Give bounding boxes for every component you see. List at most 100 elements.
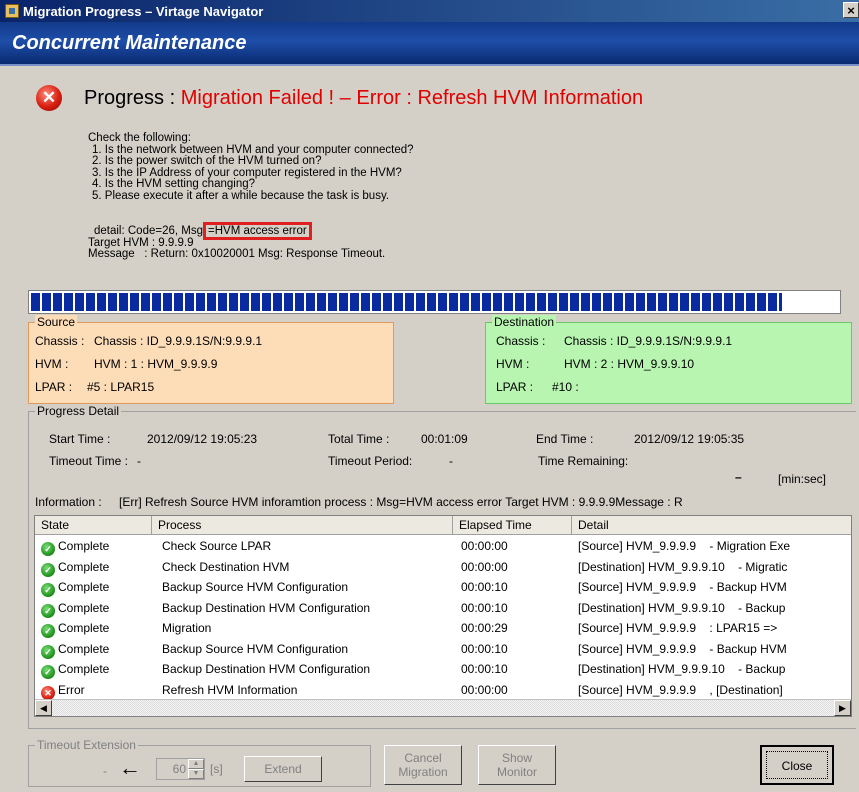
progress-detail-legend: Progress Detail <box>35 404 122 418</box>
spinner-value: 60 <box>172 762 186 776</box>
time-remaining-unit: [min:sec] <box>778 472 827 486</box>
check-icon: ✓ <box>41 562 55 577</box>
start-time-value: 2012/09/12 19:05:23 <box>147 432 258 446</box>
row-process: Refresh HVM Information <box>162 682 298 697</box>
destination-hvm-value: HVM : 2 : HVM_9.9.9.10 <box>564 357 695 371</box>
total-time-value: 00:01:09 <box>421 432 468 446</box>
row-detail: [Destination] HVM_9.9.9.10 - Backup <box>578 600 786 615</box>
row-detail: [Destination] HVM_9.9.9.10 - Migratic <box>578 559 788 574</box>
timeout-spinner[interactable]: 60 ▲ ▼ <box>156 758 205 780</box>
row-state: Complete <box>58 539 110 553</box>
check-icon: ✓ <box>41 624 55 638</box>
horizontal-scrollbar[interactable]: ◀ ▶ <box>35 699 851 716</box>
column-header-state[interactable]: State <box>35 516 152 535</box>
banner-title: Concurrent Maintenance <box>12 32 247 54</box>
table-row[interactable]: ✓ Complete Backup Destination HVM Configu… <box>35 598 851 619</box>
error-x-icon: ✕ <box>41 685 55 700</box>
scroll-left-icon[interactable]: ◀ <box>35 700 52 716</box>
timeout-period-value: - <box>449 454 453 468</box>
check-item: 5. Please execute it after a while becau… <box>92 189 390 202</box>
row-detail: [Destination] HVM_9.9.9.10 - Backup <box>578 662 786 676</box>
extend-button[interactable]: Extend <box>244 756 322 782</box>
time-remaining-value: – <box>735 470 742 484</box>
destination-lpar-label: LPAR : <box>496 380 534 394</box>
source-hvm-value: HVM : 1 : HVM_9.9.9.9 <box>94 357 218 371</box>
close-button[interactable]: Close <box>760 745 834 785</box>
check-icon: ✓ <box>41 542 55 556</box>
check-heading: Check the following: <box>88 132 191 144</box>
destination-chassis-value: Chassis : ID_9.9.9.1S/N:9.9.9.1 <box>564 334 733 348</box>
row-state: Error <box>58 682 85 697</box>
row-process: Backup Source HVM Configuration <box>162 580 349 594</box>
destination-chassis-label: Chassis : <box>496 334 546 348</box>
row-detail: [Source] HVM_9.9.9.9 , [Destination] <box>578 682 783 697</box>
window-title-bar: Migration Progress – Virtage Navigator × <box>0 0 859 22</box>
row-process: Backup Destination HVM Configuration <box>162 662 371 676</box>
column-header-process[interactable]: Process <box>152 516 453 535</box>
information-value: [Err] Refresh Source HVM inforamtion pro… <box>119 495 683 509</box>
row-elapsed: 00:00:10 <box>461 641 508 656</box>
source-lpar-value: #5 : LPAR15 <box>87 380 155 394</box>
source-group: Source Chassis : Chassis : ID_9.9.9.1S/N… <box>28 315 394 404</box>
row-detail: [Source] HVM_9.9.9.9 - Backup HVM <box>578 580 787 594</box>
window-close-button[interactable]: × <box>843 2 859 18</box>
row-detail: [Source] HVM_9.9.9.9 - Backup HVM <box>578 641 787 656</box>
spinner-up-icon[interactable]: ▲ <box>188 759 204 769</box>
check-icon: ✓ <box>41 583 55 597</box>
table-header: State Process Elapsed Time Detail <box>35 516 851 535</box>
destination-group: Destination Chassis : Chassis : ID_9.9.9… <box>485 315 852 404</box>
row-state: Complete <box>58 600 110 615</box>
row-detail: [Source] HVM_9.9.9.9 : LPAR15 => <box>578 621 778 635</box>
end-time-label: End Time : <box>536 432 594 446</box>
table-row[interactable]: ✕ Error Refresh HVM Information 00:00:00 … <box>35 680 851 701</box>
table-row[interactable]: ✓ Complete Migration 00:00:29 [Source] HV… <box>35 618 851 639</box>
cancel-line2: Migration <box>398 765 448 779</box>
detail-highlight: =HVM access error <box>203 222 312 240</box>
progress-label: Progress : <box>84 86 176 109</box>
row-state: Complete <box>58 621 110 635</box>
timeout-dash: - <box>103 764 107 778</box>
progress-bar-fill <box>31 293 782 311</box>
column-header-detail[interactable]: Detail <box>572 516 851 535</box>
scrollbar-track[interactable] <box>52 700 834 716</box>
error-detail: detail: Code=26, Msg =HVM access error Ta… <box>88 222 385 261</box>
check-list: Check the following: 1. Is the network b… <box>88 132 414 203</box>
source-hvm-label: HVM : <box>35 357 69 371</box>
timeout-extension-legend: Timeout Extension <box>35 738 138 752</box>
error-icon: ✕ <box>36 85 62 111</box>
row-elapsed: 00:00:10 <box>461 600 508 615</box>
progress-status: Progress : Migration Failed ! – Error : … <box>84 87 643 110</box>
scroll-right-icon[interactable]: ▶ <box>834 700 851 716</box>
row-elapsed: 00:00:29 <box>461 621 508 635</box>
end-time-value: 2012/09/12 19:05:35 <box>634 432 745 446</box>
cancel-migration-button[interactable]: Cancel Migration <box>384 745 462 785</box>
table-row[interactable]: ✓ Complete Backup Source HVM Configuratio… <box>35 577 851 598</box>
row-process: Check Destination HVM <box>162 559 290 574</box>
table-row[interactable]: ✓ Complete Check Destination HVM 00:00:00… <box>35 557 851 578</box>
table-row[interactable]: ✓ Complete Backup Destination HVM Configu… <box>35 659 851 680</box>
window-title: Migration Progress – Virtage Navigator <box>23 3 264 19</box>
app-icon <box>5 4 19 18</box>
row-elapsed: 00:00:00 <box>461 559 508 574</box>
show-line1: Show <box>501 751 533 765</box>
show-monitor-button[interactable]: Show Monitor <box>478 745 556 785</box>
check-icon: ✓ <box>41 644 55 659</box>
row-state: Complete <box>58 580 110 594</box>
timeout-extension-group: Timeout Extension - ← 60 ▲ ▼ [s] Extend <box>28 738 371 787</box>
row-process: Backup Source HVM Configuration <box>162 641 349 656</box>
timeout-time-label: Timeout Time : <box>49 454 128 468</box>
row-detail: [Source] HVM_9.9.9.9 - Migration Exe <box>578 539 791 553</box>
column-header-elapsed[interactable]: Elapsed Time <box>453 516 572 535</box>
table-row[interactable]: ✓ Complete Backup Source HVM Configuratio… <box>35 639 851 660</box>
row-state: Complete <box>58 662 110 676</box>
check-icon: ✓ <box>41 665 55 679</box>
process-table: State Process Elapsed Time Detail ✓ Compl… <box>34 515 852 717</box>
timeout-period-label: Timeout Period: <box>328 454 413 468</box>
show-line2: Monitor <box>496 765 537 779</box>
total-time-label: Total Time : <box>328 432 390 446</box>
progress-bar <box>28 290 841 314</box>
spinner-down-icon[interactable]: ▼ <box>188 769 204 779</box>
row-elapsed: 00:00:00 <box>461 539 508 553</box>
destination-legend: Destination <box>492 315 557 329</box>
table-row[interactable]: ✓ Complete Check Source LPAR 00:00:00 [So… <box>35 536 851 557</box>
